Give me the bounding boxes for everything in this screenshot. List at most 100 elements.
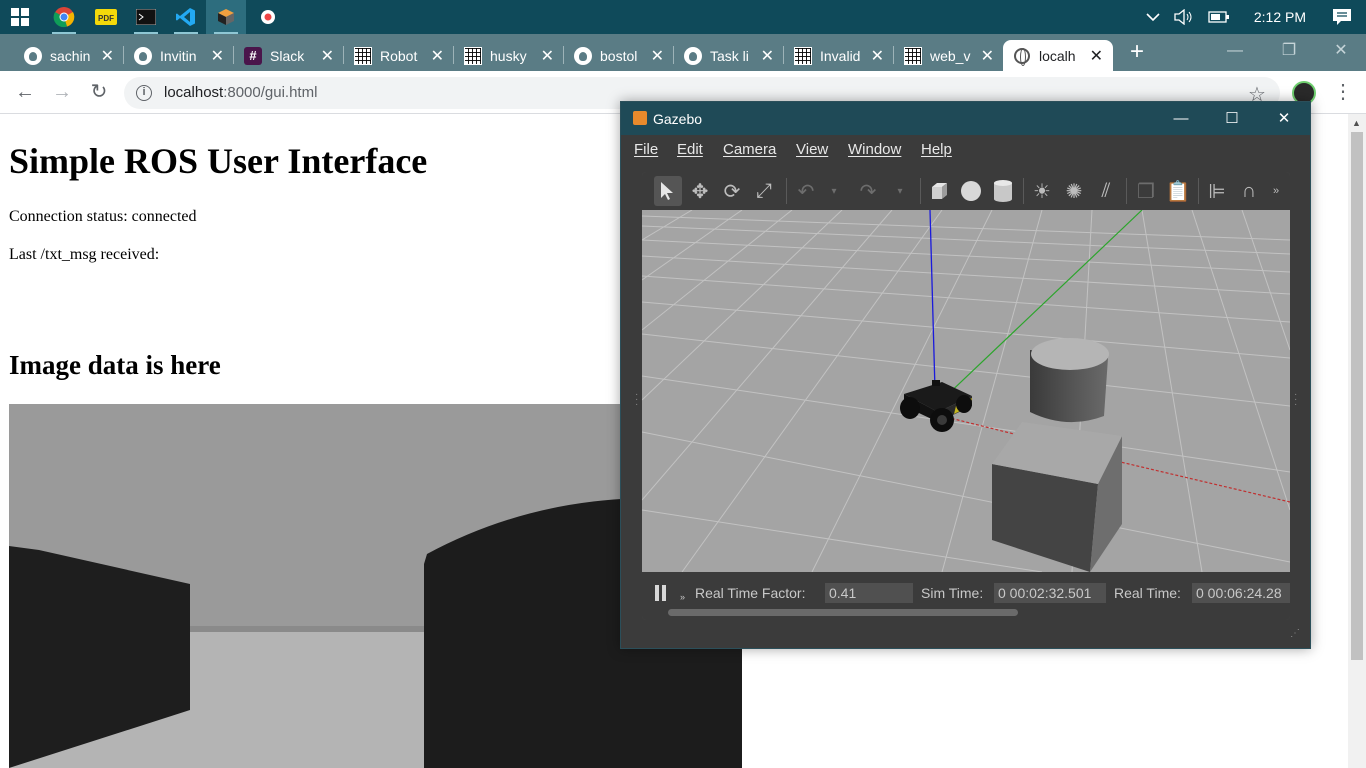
tab-4[interactable]: husky ✕: [454, 40, 564, 71]
battery-icon[interactable]: [1208, 11, 1230, 23]
close-window-icon[interactable]: ✕: [1318, 38, 1364, 64]
tab-7[interactable]: Invalid ✕: [784, 40, 894, 71]
scrollbar-thumb[interactable]: [1351, 132, 1363, 660]
pdf-reader-icon[interactable]: PDF: [86, 0, 126, 34]
chevron-up-icon[interactable]: [1146, 12, 1160, 22]
info-icon[interactable]: i: [136, 85, 152, 101]
gazebo-logo-icon: [633, 111, 647, 125]
more-menu-icon[interactable]: ⋮: [1333, 79, 1353, 104]
vscode-icon[interactable]: [166, 0, 206, 34]
sim-time-label: Sim Time:: [921, 585, 984, 601]
tab-title: Invalid: [820, 47, 861, 64]
tab-0[interactable]: sachin ✕: [14, 40, 124, 71]
close-icon[interactable]: ✕: [1090, 46, 1103, 66]
scroll-up-icon[interactable]: ▲: [1352, 118, 1361, 128]
back-arrow-icon[interactable]: ←: [11, 79, 39, 107]
globe-icon: [1014, 47, 1030, 66]
rotate-icon[interactable]: ⟳: [718, 176, 746, 206]
close-icon[interactable]: ✕: [651, 46, 664, 66]
tab-6[interactable]: Task li ✕: [674, 40, 784, 71]
close-icon[interactable]: ✕: [981, 46, 994, 66]
minimize-icon[interactable]: —: [1212, 38, 1258, 64]
gazebo-status-bar: » Real Time Factor: 0.41 Sim Time: 0 00:…: [642, 572, 1290, 620]
url-path: :8000/gui.html: [223, 84, 318, 101]
tab-5[interactable]: bostol ✕: [564, 40, 674, 71]
gazebo-maximize-icon[interactable]: ☐: [1219, 108, 1245, 130]
directional-light-icon[interactable]: ⫽: [1092, 176, 1120, 206]
menu-edit[interactable]: Edit: [677, 141, 703, 158]
terminal-icon[interactable]: [126, 0, 166, 34]
gazebo-close-icon[interactable]: ✕: [1271, 108, 1297, 130]
gazebo-3d-scene[interactable]: [642, 209, 1290, 573]
undo-icon[interactable]: ↶: [792, 176, 820, 206]
box-shape-icon[interactable]: [925, 176, 953, 206]
menu-camera[interactable]: Camera: [723, 141, 776, 158]
close-icon[interactable]: ✕: [321, 46, 334, 66]
gazebo-render-panel: ✥ ⟳ ⤢ ↶ ▾ ↷ ▾ ☀ ✺ ⫽ ❐ 📋 ⊫ ∩ » » Real Tim…: [642, 172, 1290, 620]
align-icon[interactable]: ⊫: [1203, 176, 1231, 206]
svg-text:PDF: PDF: [98, 14, 114, 23]
tab-9-active[interactable]: localh ✕: [1003, 40, 1113, 71]
point-light-icon[interactable]: ☀: [1028, 176, 1056, 206]
close-icon[interactable]: ✕: [101, 46, 114, 66]
gazebo-toolbar: ✥ ⟳ ⤢ ↶ ▾ ↷ ▾ ☀ ✺ ⫽ ❐ 📋 ⊫ ∩ »: [642, 172, 1290, 210]
notifications-icon[interactable]: [1332, 8, 1352, 26]
sphere-shape-icon[interactable]: [957, 176, 985, 206]
close-icon[interactable]: ✕: [761, 46, 774, 66]
windows-start-icon[interactable]: [0, 0, 40, 34]
page-scrollbar[interactable]: ▲: [1348, 114, 1366, 768]
image-heading: Image data is here: [9, 350, 221, 380]
scale-icon[interactable]: ⤢: [750, 176, 778, 206]
snap-magnet-icon[interactable]: ∩: [1235, 176, 1263, 206]
url-text[interactable]: localhost:8000/gui.html: [164, 84, 317, 101]
real-time-factor-label: Real Time Factor:: [695, 585, 806, 601]
close-icon[interactable]: ✕: [211, 46, 224, 66]
step-icon[interactable]: »: [680, 592, 685, 602]
menu-help[interactable]: Help: [921, 141, 952, 158]
status-bar-scrollbar[interactable]: [668, 609, 1018, 616]
gazebo-minimize-icon[interactable]: —: [1168, 108, 1194, 130]
tab-title: Task li: [710, 47, 749, 64]
last-message-label: Last /txt_msg received:: [9, 246, 160, 263]
github-icon: [684, 46, 702, 65]
cylinder-shape-icon[interactable]: [989, 176, 1017, 206]
taskbar-clock[interactable]: 2:12 PM: [1254, 9, 1306, 25]
right-panel-handle[interactable]: · · ·: [1294, 390, 1298, 410]
spot-light-icon[interactable]: ✺: [1060, 176, 1088, 206]
left-panel-handle[interactable]: · · ·: [635, 390, 639, 410]
menu-view[interactable]: View: [796, 141, 828, 158]
gazebo-titlebar[interactable]: Gazebo — ☐ ✕: [621, 102, 1310, 135]
system-tray: 2:12 PM: [1146, 0, 1366, 34]
real-time-value: 0 00:06:24.28: [1192, 583, 1290, 603]
forward-arrow-icon[interactable]: →: [48, 79, 76, 107]
close-icon[interactable]: ✕: [541, 46, 554, 66]
volume-icon[interactable]: [1174, 9, 1194, 25]
real-time-factor-value: 0.41: [825, 583, 913, 603]
menu-file[interactable]: File: [634, 141, 658, 158]
tab-3[interactable]: Robot ✕: [344, 40, 454, 71]
paste-icon[interactable]: 📋: [1164, 176, 1192, 206]
reload-icon[interactable]: ↻: [85, 79, 113, 107]
new-tab-button[interactable]: +: [1124, 40, 1150, 66]
select-arrow-icon[interactable]: [654, 176, 682, 206]
restore-icon[interactable]: ❐: [1266, 38, 1312, 64]
record-icon[interactable]: [248, 0, 288, 34]
tab-1[interactable]: Invitin ✕: [124, 40, 234, 71]
pause-icon[interactable]: [654, 585, 668, 601]
more-tools-icon[interactable]: »: [1262, 176, 1290, 206]
sim-time-value: 0 00:02:32.501: [994, 583, 1106, 603]
close-icon[interactable]: ✕: [431, 46, 444, 66]
tab-8[interactable]: web_v ✕: [894, 40, 1004, 71]
menu-window[interactable]: Window: [848, 141, 901, 158]
resize-grip-icon[interactable]: ⋰: [1290, 628, 1302, 640]
chrome-icon[interactable]: [44, 0, 84, 34]
redo-icon[interactable]: ↷: [854, 176, 882, 206]
close-icon[interactable]: ✕: [871, 46, 884, 66]
undo-dropdown-icon[interactable]: ▾: [820, 176, 848, 206]
gazebo-taskbar-icon[interactable]: [206, 0, 246, 34]
gazebo-window: Gazebo — ☐ ✕ File Edit Camera View Windo…: [620, 101, 1311, 649]
redo-dropdown-icon[interactable]: ▾: [886, 176, 914, 206]
copy-icon[interactable]: ❐: [1132, 176, 1160, 206]
translate-icon[interactable]: ✥: [686, 176, 714, 206]
tab-2[interactable]: # Slack ✕: [234, 40, 344, 71]
